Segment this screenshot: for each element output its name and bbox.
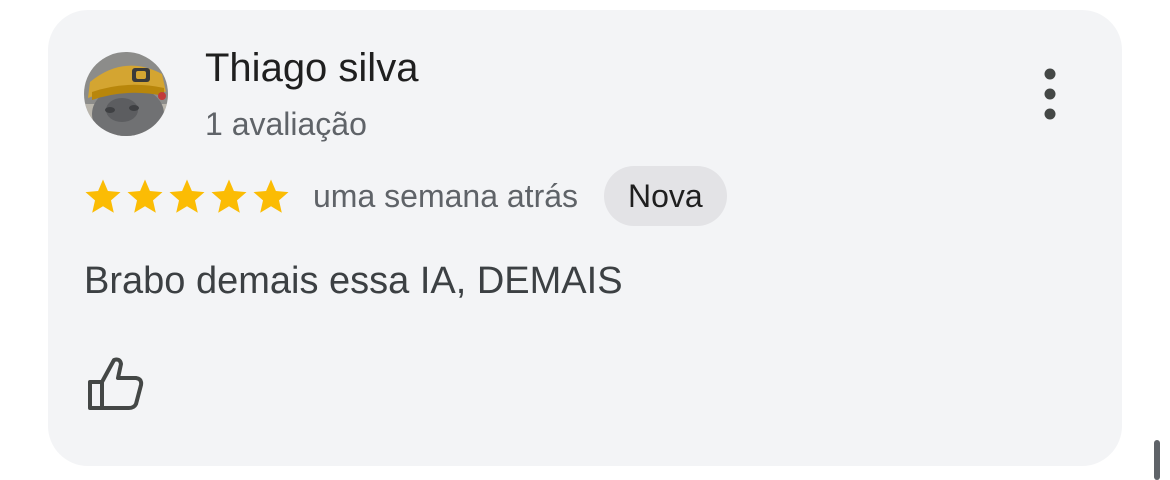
star-icon (127, 179, 163, 213)
review-text: Brabo demais essa IA, DEMAIS (84, 260, 623, 302)
star-icon (85, 179, 121, 213)
star-rating (84, 178, 290, 214)
author-review-count: 1 avaliação (205, 106, 367, 142)
review-page: Thiago silva 1 avaliação uma semana atrá… (0, 0, 1170, 480)
rating-row: uma semana atrás Nova (84, 165, 727, 227)
scrollbar[interactable] (1154, 440, 1160, 480)
review-date: uma semana atrás (313, 177, 579, 214)
more-options-button[interactable] (1030, 66, 1070, 122)
thumbs-up-icon (88, 357, 144, 410)
like-button[interactable] (84, 350, 148, 414)
more-vert-icon (1044, 68, 1056, 120)
avatar[interactable] (84, 52, 168, 136)
star-icon (169, 179, 205, 213)
review-card: Thiago silva 1 avaliação uma semana atrá… (48, 10, 1122, 466)
star-icon (253, 179, 289, 213)
avatar-image (84, 52, 168, 136)
star-icon (211, 179, 247, 213)
author-name[interactable]: Thiago silva (205, 44, 418, 92)
new-badge: Nova (604, 166, 727, 226)
